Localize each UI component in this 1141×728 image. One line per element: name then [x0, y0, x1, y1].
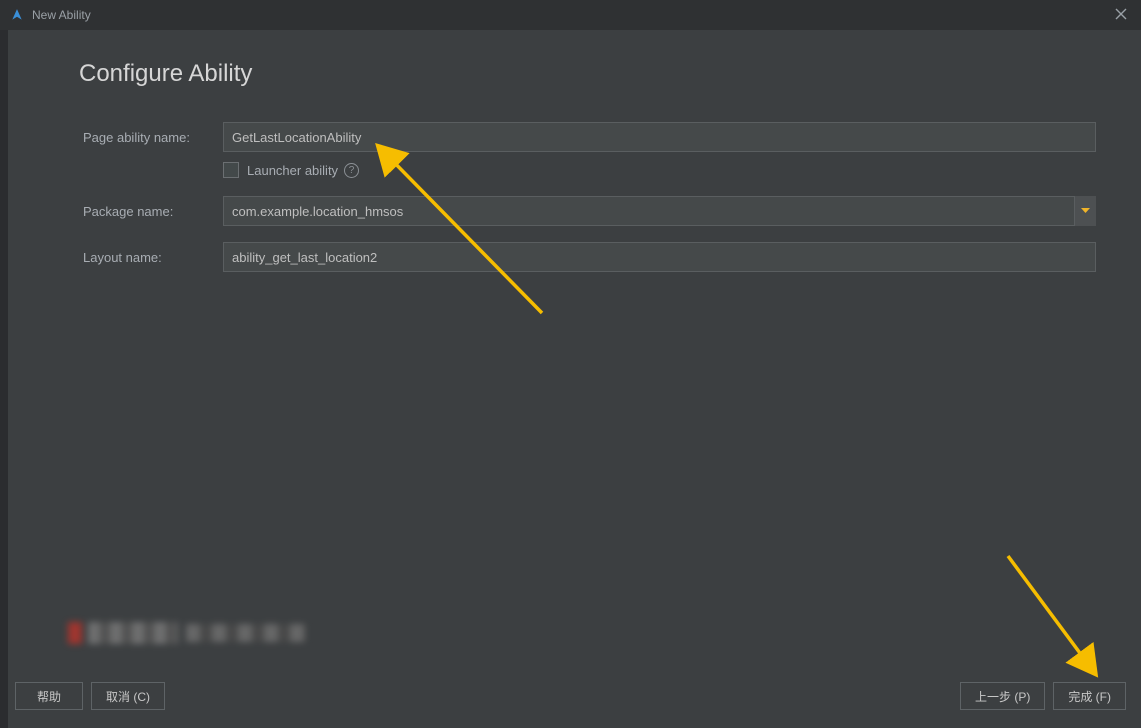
page-ability-name-input[interactable] [223, 122, 1096, 152]
label-launcher-ability: Launcher ability [247, 163, 338, 178]
previous-button[interactable]: 上一步 (P) [960, 682, 1045, 710]
row-page-ability-name: Page ability name: [83, 122, 1096, 152]
layout-name-input[interactable] [223, 242, 1096, 272]
footer: 帮助 取消 (C) 上一步 (P) 完成 (F) [15, 678, 1126, 714]
label-page-ability-name: Page ability name: [83, 130, 223, 145]
label-layout-name: Layout name: [83, 250, 223, 265]
dialog-body: Configure Ability Page ability name: Lau… [15, 30, 1126, 668]
close-icon[interactable] [1111, 3, 1131, 27]
row-package-name: Package name: [83, 196, 1096, 226]
package-name-select[interactable] [223, 196, 1096, 226]
row-launcher-ability: Launcher ability ? [223, 162, 1096, 178]
launcher-ability-checkbox[interactable] [223, 162, 239, 178]
titlebar: New Ability [0, 0, 1141, 30]
row-layout-name: Layout name: [83, 242, 1096, 272]
window-title: New Ability [32, 8, 91, 22]
left-edge-shadow [0, 30, 8, 728]
help-icon[interactable]: ? [344, 163, 359, 178]
page-title: Configure Ability [79, 60, 1096, 88]
finish-button[interactable]: 完成 (F) [1053, 682, 1126, 710]
blurred-region [68, 616, 318, 650]
label-package-name: Package name: [83, 204, 223, 219]
cancel-button[interactable]: 取消 (C) [91, 682, 165, 710]
package-name-input[interactable] [223, 196, 1096, 226]
help-button[interactable]: 帮助 [15, 682, 83, 710]
app-logo-icon [10, 8, 24, 22]
